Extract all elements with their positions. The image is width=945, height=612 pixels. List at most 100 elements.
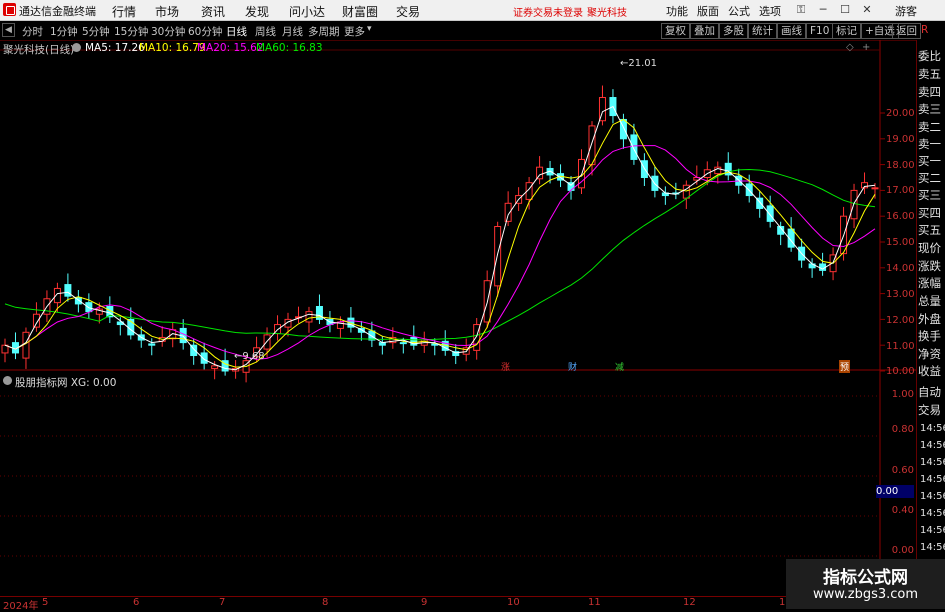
indicator-tick: 0.40: [891, 505, 914, 516]
kline-chart[interactable]: [0, 40, 916, 609]
side-field-label: 卖一: [918, 137, 941, 151]
candle-body: [766, 205, 774, 222]
candle-body: [305, 311, 313, 323]
period-30min[interactable]: 30分钟: [151, 24, 185, 39]
x-month-label: 6: [133, 597, 140, 608]
date-axis: [0, 596, 880, 610]
price-tick: 14.00: [886, 263, 915, 274]
side-time-label: 14:56: [920, 440, 945, 451]
user-label[interactable]: 游客: [895, 3, 917, 19]
menu-layout[interactable]: 版面: [697, 3, 719, 19]
ma5-label: MA5: 17.26: [85, 42, 145, 54]
menu-wealth[interactable]: 财富圈: [342, 3, 378, 20]
tool-adjust[interactable]: 复权: [661, 23, 690, 39]
minimize-icon[interactable]: ─: [815, 3, 831, 17]
side-field-label: 换手: [918, 329, 941, 343]
price-tick: 19.00: [886, 134, 915, 145]
indicator-current-value: 0.00: [876, 485, 914, 498]
menu-trade[interactable]: 交易: [396, 3, 420, 20]
tool-back[interactable]: 返回: [892, 23, 921, 39]
x-month-label: 10: [507, 597, 520, 608]
indicator-tick: 0.60: [891, 465, 914, 476]
side-time-label: 14:56: [920, 423, 945, 434]
period-more[interactable]: 更多: [344, 24, 365, 39]
side-field-label: 委比: [918, 49, 941, 63]
menu-formula[interactable]: 公式: [728, 3, 750, 19]
price-tick: 17.00: [886, 185, 915, 196]
period-5min[interactable]: 5分钟: [82, 24, 110, 39]
right-panel-label[interactable]: R: [921, 24, 928, 36]
period-1min[interactable]: 1分钟: [50, 24, 78, 39]
menu-market[interactable]: 市场: [155, 3, 179, 20]
max-price-label: ←21.01: [620, 58, 658, 69]
price-tick: 11.00: [886, 341, 915, 352]
menu-ask[interactable]: 问小达: [289, 3, 325, 20]
period-15min[interactable]: 15分钟: [114, 24, 148, 39]
event-tag-reduce[interactable]: 减: [615, 360, 624, 373]
diamond-icon[interactable]: ◇: [846, 42, 854, 53]
period-weekly[interactable]: 周线: [255, 24, 276, 39]
side-field-label: 买一: [918, 154, 941, 168]
collapse-icon[interactable]: ◀: [2, 23, 15, 37]
current-stock-name: 聚光科技: [587, 8, 627, 19]
event-tag-forecast[interactable]: 预: [839, 360, 851, 373]
period-60min[interactable]: 60分钟: [188, 24, 222, 39]
lock-icon[interactable]: ⚿: [793, 3, 809, 17]
indicator-settings-icon[interactable]: [3, 376, 12, 385]
side-field-label: 卖五: [918, 67, 941, 81]
side-field-label: 收益: [918, 364, 941, 378]
menu-function[interactable]: 功能: [666, 3, 688, 19]
side-field-label: 现价: [918, 241, 941, 255]
price-tick: 16.00: [886, 211, 915, 222]
close-icon[interactable]: ✕: [859, 3, 875, 17]
candle-body: [630, 134, 638, 160]
app-title: 通达信金融终端: [19, 5, 96, 18]
x-month-label: 11: [588, 597, 601, 608]
side-trade-label[interactable]: 交易: [918, 402, 945, 418]
side-field-label: 卖四: [918, 85, 941, 99]
side-field-label: 买四: [918, 206, 941, 220]
side-time-label: 14:56: [920, 491, 945, 502]
x-month-label: 1: [779, 597, 786, 608]
chevron-down-icon[interactable]: ▾: [367, 24, 372, 34]
ma60-line: [4, 168, 876, 341]
candle-body: [200, 352, 208, 364]
menu-news[interactable]: 资讯: [201, 3, 225, 20]
side-trade-label[interactable]: 自动: [918, 384, 945, 400]
candle-body: [399, 342, 407, 345]
watermark: 指标公式网 www.zbgs3.com: [786, 559, 945, 609]
side-field-label: 外盘: [918, 312, 941, 326]
period-timeshare[interactable]: 分时: [22, 24, 43, 39]
maximize-icon[interactable]: ☐: [837, 3, 853, 17]
tool-overlay[interactable]: 叠加: [690, 23, 719, 39]
price-tick: 10.00: [886, 366, 915, 377]
menu-discover[interactable]: 发现: [245, 3, 269, 20]
side-field-label: 买二: [918, 171, 941, 185]
price-tick: 18.00: [886, 160, 915, 171]
side-time-label: 14:56: [920, 542, 945, 553]
period-monthly[interactable]: 月线: [282, 24, 303, 39]
top-menu-bar: 通达信金融终端 行情 市场 资讯 发现 问小达 财富圈 交易 证券交易未登录 聚…: [0, 0, 945, 21]
x-year-label: 2024年: [3, 601, 39, 612]
menu-options[interactable]: 选项: [759, 3, 781, 19]
trade-login-status[interactable]: 证券交易未登录: [513, 4, 583, 19]
period-multi[interactable]: 多周期: [308, 24, 340, 39]
tool-stats[interactable]: 统计: [748, 23, 777, 39]
indicator-tick: 1.00: [891, 389, 914, 400]
settings-dot-icon[interactable]: [72, 43, 81, 52]
plus-icon[interactable]: +: [862, 42, 870, 53]
tool-multistock[interactable]: 多股: [719, 23, 748, 39]
tool-draw[interactable]: 画线: [777, 23, 806, 39]
tool-mark[interactable]: 标记: [832, 23, 861, 39]
event-tag-finance[interactable]: 财: [568, 360, 577, 373]
candle-body: [148, 343, 156, 346]
price-tick: 20.00: [886, 108, 915, 119]
price-tick: 13.00: [886, 289, 915, 300]
min-price-label: ←9.68: [234, 351, 265, 362]
side-time-label: 14:56: [920, 525, 945, 536]
period-daily[interactable]: 日线: [226, 24, 247, 39]
tool-f10[interactable]: F10: [806, 23, 834, 39]
event-tag-limit-up[interactable]: 涨: [501, 360, 510, 373]
indicator-tick: 0.00: [891, 545, 914, 556]
menu-quotes[interactable]: 行情: [112, 3, 136, 20]
